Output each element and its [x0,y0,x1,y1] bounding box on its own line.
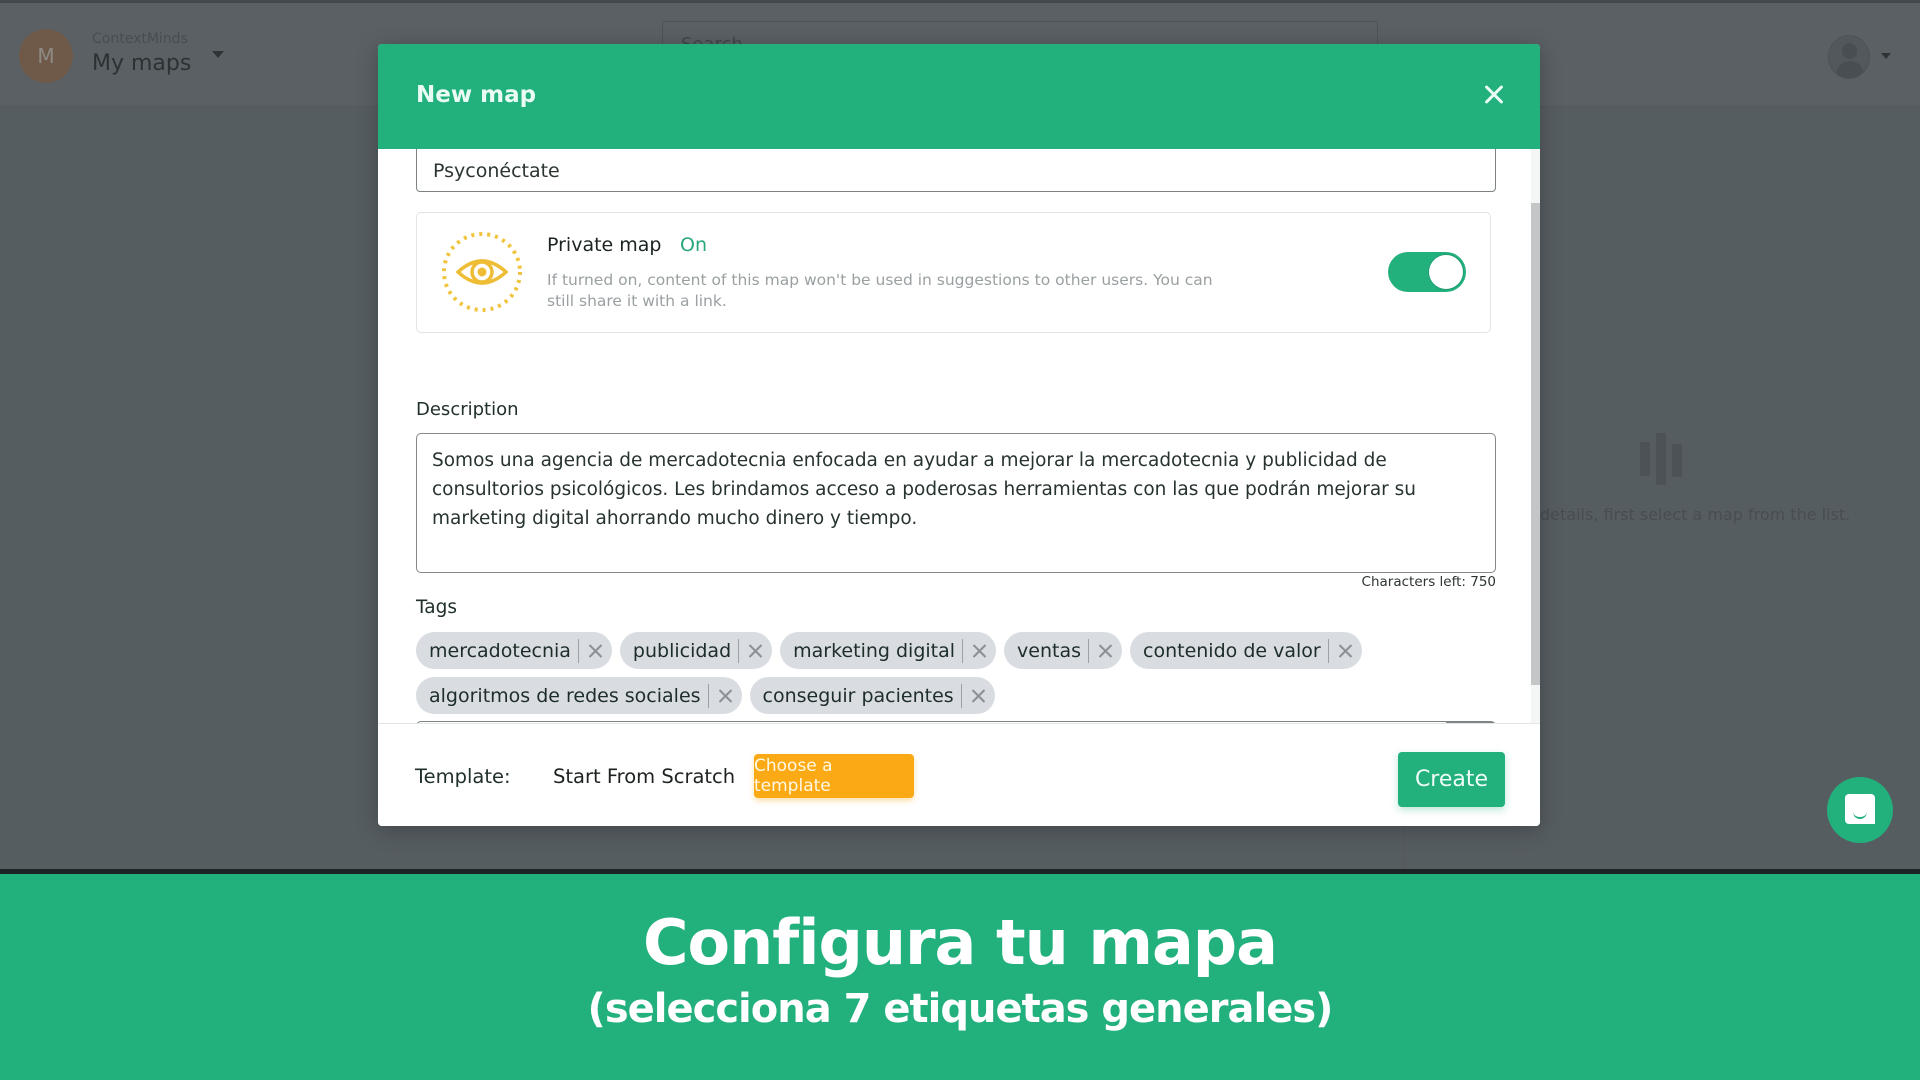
map-name-input[interactable]: Psyconéctate [416,149,1496,192]
profile-head-shape [1842,43,1857,59]
tag-label: mercadotecnia [429,639,571,662]
close-icon[interactable] [1479,80,1509,110]
chevron-down-icon[interactable] [212,51,224,58]
eye-icon [442,232,522,312]
tag-label: algoritmos de redes sociales [429,684,701,707]
tag-chip: ventas [1004,632,1123,669]
section-title[interactable]: My maps [92,51,191,76]
private-map-hint: If turned on, content of this map won't … [547,271,1213,310]
profile-chevron-down-icon[interactable] [1881,53,1891,59]
choose-template-button[interactable]: Choose a template [754,754,914,798]
tag-divider [962,638,964,663]
new-map-modal: New map Psyconéctate Private map On If t… [378,44,1540,826]
modal-header: New map [378,44,1540,149]
private-map-label: Private map [547,234,662,256]
template-value: Start From Scratch [553,765,736,788]
toggle-knob [1428,254,1464,290]
remove-tag-icon[interactable] [1095,641,1115,661]
modal-title: New map [416,82,537,108]
private-map-state: On [680,234,707,256]
tags-label: Tags [416,597,457,618]
tag-label: ventas [1017,639,1082,662]
description-textarea[interactable]: Somos una agencia de mercadotecnia enfoc… [416,433,1496,573]
tag-label: publicidad [632,639,732,662]
profile-body-shape [1836,61,1864,78]
characters-left: Characters left: 750 [1361,574,1496,590]
tags-list: mercadotecnia publicidad marketing digit… [416,632,1506,714]
tag-divider [1327,638,1329,663]
remove-tag-icon[interactable] [968,686,988,706]
tag-chip: marketing digital [780,632,997,669]
details-empty-hint: details, first select a map from the lis… [1540,505,1851,524]
caption-banner: Configura tu mapa (selecciona 7 etiqueta… [0,874,1920,1080]
tag-divider [707,683,709,708]
modal-body: Psyconéctate Private map On If turned on… [378,149,1540,723]
scrollbar-thumb[interactable] [1531,203,1540,685]
banner-title: Configura tu mapa [643,906,1278,979]
modal-scrollbar[interactable] [1531,149,1540,723]
tag-label: marketing digital [793,639,956,662]
profile-avatar-icon[interactable] [1828,35,1870,79]
tag-divider [960,683,962,708]
avatar-initial: M [37,44,55,68]
brand-name: ContextMinds [92,31,188,47]
private-map-card: Private map On If turned on, content of … [416,212,1491,333]
remove-tag-icon[interactable] [715,686,735,706]
tag-chip: mercadotecnia [416,632,612,669]
remove-tag-icon[interactable] [585,641,605,661]
tag-label: contenido de valor [1143,639,1321,662]
banner-subtitle: (selecciona 7 etiquetas generales) [587,986,1334,1032]
chat-button[interactable] [1827,777,1893,843]
template-label: Template: [415,765,511,788]
tag-divider [738,638,740,663]
tag-divider [577,638,579,663]
tag-chip: conseguir pacientes [749,677,995,714]
create-button[interactable]: Create [1398,752,1505,807]
tag-label: conseguir pacientes [762,684,954,707]
remove-tag-icon[interactable] [745,641,765,661]
remove-tag-icon[interactable] [969,641,989,661]
chart-bars-icon [1640,433,1684,485]
tag-chip: publicidad [619,632,773,669]
avatar[interactable]: M [19,29,73,83]
modal-footer: Template: Start From Scratch Choose a te… [378,723,1540,826]
remove-tag-icon[interactable] [1335,641,1355,661]
tag-divider [1088,638,1090,663]
chat-bubble-icon [1845,794,1875,824]
private-map-toggle[interactable] [1388,252,1466,292]
tag-chip: algoritmos de redes sociales [416,677,742,714]
tag-chip: contenido de valor [1130,632,1362,669]
description-label: Description [416,399,519,420]
